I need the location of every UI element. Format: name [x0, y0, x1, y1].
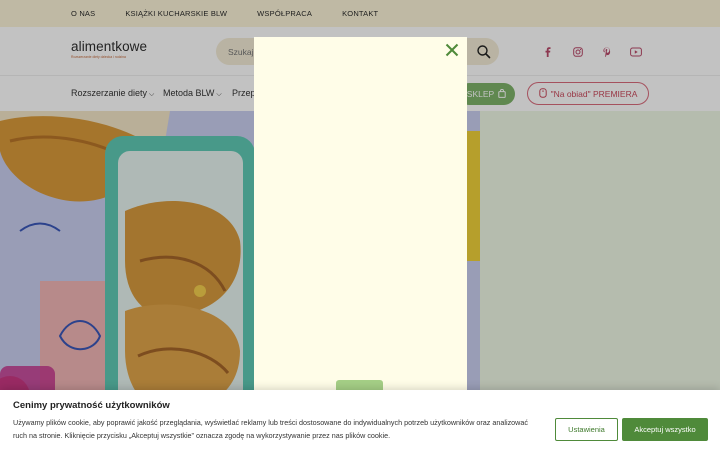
cookie-consent-bar: Cenimy prywatność użytkowników Używamy p… [0, 390, 720, 450]
cookie-settings-button[interactable]: Ustawienia [555, 418, 618, 441]
cookie-title: Cenimy prywatność użytkowników [13, 400, 170, 411]
close-icon[interactable] [444, 42, 460, 58]
popup-modal [254, 37, 467, 403]
cookie-text: Używamy plików cookie, aby poprawić jako… [13, 418, 528, 440]
cookie-accept-all-button[interactable]: Akceptuj wszystko [622, 418, 708, 441]
